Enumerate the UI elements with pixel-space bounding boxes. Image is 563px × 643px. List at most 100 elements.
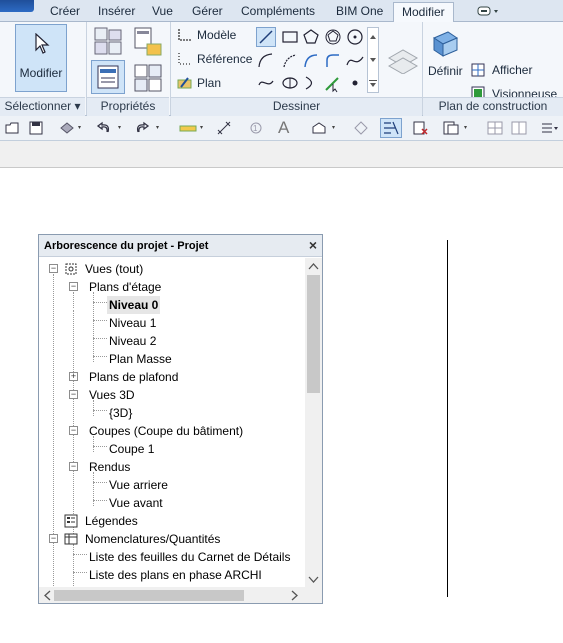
properties-palette-icon xyxy=(97,65,119,89)
type-properties-icon[interactable] xyxy=(133,26,165,58)
3d-view-icon[interactable] xyxy=(310,120,342,136)
close-icon[interactable]: × xyxy=(309,237,317,253)
tab-creer[interactable]: Créer xyxy=(50,3,80,21)
cascade-icon[interactable] xyxy=(510,120,528,136)
scroll-right-icon[interactable] xyxy=(291,590,299,601)
tree-node-liste-plans[interactable]: Liste des plans en phase ARCHI xyxy=(89,566,262,584)
aligned-dimension-icon[interactable] xyxy=(216,120,234,136)
family-types-icon[interactable] xyxy=(132,62,164,94)
draw-gallery-scroll[interactable] xyxy=(367,27,379,93)
tree-node-plans-plafond[interactable]: Plans de plafond xyxy=(89,368,178,386)
customize-toolbar-icon[interactable] xyxy=(540,120,560,136)
tree-node-niveau-2[interactable]: Niveau 2 xyxy=(109,332,156,350)
ellipse-icon xyxy=(282,77,298,89)
polygon-circumscribed-tool[interactable] xyxy=(323,27,343,47)
tree-node-vue-avant[interactable]: Vue avant xyxy=(109,494,163,512)
ribbon-tab-bar: Créer Insérer Vue Gérer Compléments BIM … xyxy=(0,0,563,22)
properties-icon[interactable] xyxy=(93,26,123,56)
tree-node-plans-etage[interactable]: Plans d'étage xyxy=(89,278,161,296)
line-tool[interactable] xyxy=(256,27,276,47)
point-element-tool[interactable] xyxy=(345,73,365,93)
tab-bim-one[interactable]: BIM One xyxy=(336,3,383,21)
polygon-inscribed-tool[interactable] xyxy=(301,27,321,47)
close-hidden-windows-icon[interactable] xyxy=(412,120,430,136)
scroll-left-icon[interactable] xyxy=(43,590,51,601)
tile-icon[interactable] xyxy=(486,120,504,136)
circle-tool[interactable] xyxy=(345,27,365,47)
expander-coupes[interactable]: − xyxy=(69,426,78,435)
tree-node-plan-masse[interactable]: Plan Masse xyxy=(109,350,172,368)
properties-toggle-button[interactable] xyxy=(91,60,125,94)
tab-complements[interactable]: Compléments xyxy=(241,3,315,21)
ribbon-minimize-icon xyxy=(477,6,498,16)
panel-selectionner[interactable]: Sélectionner ▾ xyxy=(0,97,85,116)
cursor-arrow-icon xyxy=(35,33,50,54)
tree-node-coupe-1[interactable]: Coupe 1 xyxy=(109,440,154,458)
tree-node-niveau-1[interactable]: Niveau 1 xyxy=(109,314,156,332)
tree-node-niveau-0[interactable]: Niveau 0 xyxy=(107,296,161,314)
tree-node-vues-3d[interactable]: Vues 3D xyxy=(89,386,135,404)
expander-nomenclatures[interactable]: − xyxy=(49,534,58,543)
horizontal-scrollbar[interactable] xyxy=(39,587,322,603)
undo-icon[interactable] xyxy=(96,120,128,136)
expander-vues[interactable]: − xyxy=(49,264,58,273)
arc-icon xyxy=(258,53,273,68)
text-icon[interactable]: A xyxy=(278,118,289,138)
arc-tangent-tool[interactable] xyxy=(301,51,321,71)
rectangle-icon xyxy=(282,31,298,43)
switch-windows-icon[interactable] xyxy=(442,120,474,136)
expander-vues-3d[interactable]: − xyxy=(69,390,78,399)
expander-plans-plafond[interactable]: + xyxy=(69,372,78,381)
reference-button[interactable]: Référence xyxy=(197,52,252,66)
sync-icon[interactable] xyxy=(58,120,84,136)
section-icon[interactable] xyxy=(352,120,370,136)
tab-inserer[interactable]: Insérer xyxy=(98,3,135,21)
thin-lines-button[interactable] xyxy=(380,118,402,138)
vertical-scroll-thumb[interactable] xyxy=(307,275,320,393)
tree-node-coupes[interactable]: Coupes (Coupe du bâtiment) xyxy=(89,422,243,440)
half-ellipse-tool[interactable] xyxy=(301,73,321,93)
ellipse-full-tool[interactable] xyxy=(280,73,300,93)
open-icon[interactable] xyxy=(4,120,20,136)
thin-lines-icon xyxy=(384,121,399,135)
scroll-down-icon[interactable] xyxy=(308,576,319,584)
panel-dessiner: Dessiner xyxy=(171,97,422,116)
modele-button[interactable]: Modèle xyxy=(197,28,236,42)
expander-plans-etage[interactable]: − xyxy=(69,282,78,291)
tab-modifier[interactable]: Modifier xyxy=(393,2,454,22)
ribbon: Modifier Sélectionner ▾ Propriétés Modèl… xyxy=(0,22,563,116)
tab-vue[interactable]: Vue xyxy=(152,3,173,21)
application-menu-button[interactable] xyxy=(0,0,34,12)
ribbon-display-toggle[interactable] xyxy=(476,5,502,17)
measure-icon[interactable] xyxy=(178,120,210,136)
arc-3pt-tool[interactable] xyxy=(256,51,276,71)
redo-icon[interactable] xyxy=(134,120,166,136)
arc-center-tool[interactable] xyxy=(280,51,300,71)
tree-node-liste-feuilles[interactable]: Liste des feuilles du Carnet de Détails xyxy=(89,548,290,566)
options-bar xyxy=(0,141,563,168)
ellipse-tool[interactable] xyxy=(256,73,276,93)
rectangle-tool[interactable] xyxy=(280,27,300,47)
fillet-arc-tool[interactable] xyxy=(323,51,343,71)
expander-rendus[interactable]: − xyxy=(69,462,78,471)
modify-button[interactable]: Modifier xyxy=(15,24,67,92)
tree-node-vues-tout[interactable]: Vues (tout) xyxy=(85,260,143,278)
vertical-scrollbar[interactable] xyxy=(305,258,322,588)
tree-node-rendus[interactable]: Rendus xyxy=(89,458,130,476)
tab-gerer[interactable]: Gérer xyxy=(192,3,223,21)
definir-button[interactable]: Définir xyxy=(428,64,463,78)
horizontal-scroll-thumb[interactable] xyxy=(54,590,244,601)
afficher-button[interactable]: Afficher xyxy=(492,63,532,77)
project-browser: Arborescence du projet - Projet × − Vues… xyxy=(38,234,323,604)
tree-node-3d[interactable]: {3D} xyxy=(109,404,132,422)
work-plane-icon[interactable] xyxy=(385,44,421,74)
pick-lines-tool[interactable] xyxy=(323,73,343,93)
scroll-up-icon[interactable] xyxy=(308,262,319,270)
spline-tool[interactable] xyxy=(345,51,365,71)
tree-node-legendes[interactable]: Légendes xyxy=(85,512,138,530)
tree-node-nomenclatures[interactable]: Nomenclatures/Quantités xyxy=(85,530,220,548)
plan-button[interactable]: Plan xyxy=(197,76,221,90)
save-icon[interactable] xyxy=(28,120,44,136)
tag-icon[interactable]: 1 xyxy=(247,120,265,136)
tree-node-vue-arriere[interactable]: Vue arriere xyxy=(109,476,168,494)
